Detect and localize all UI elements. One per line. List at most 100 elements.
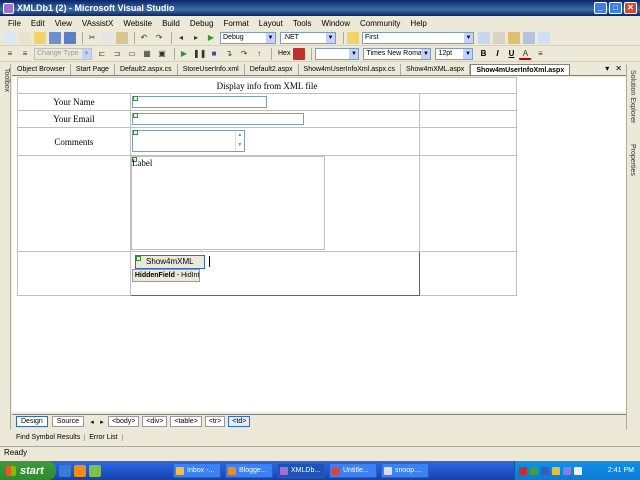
navigate-backward-icon[interactable]: ◂ <box>175 32 187 44</box>
start-debugging-icon[interactable]: ▶ <box>205 32 217 44</box>
tab-show4muserinfoxml-aspx[interactable]: Show4mUserInfoXml.aspx <box>470 64 571 75</box>
start-page-icon[interactable] <box>538 31 550 44</box>
email-label-cell[interactable]: Your Email <box>17 110 131 128</box>
underline-button[interactable]: U <box>505 49 517 58</box>
empty-cell[interactable] <box>17 155 131 252</box>
find-in-files-icon[interactable] <box>347 31 359 44</box>
redo-icon[interactable]: ↷ <box>153 32 165 44</box>
breadcrumb-table[interactable]: <table> <box>170 416 202 427</box>
make-same-size-icon[interactable]: ▭ <box>126 48 138 60</box>
breadcrumb-body[interactable]: <body> <box>107 416 140 427</box>
object-browser-icon[interactable] <box>508 31 520 44</box>
font-name-combo[interactable]: Times New Roman ▼ <box>363 47 432 60</box>
bold-button[interactable]: B <box>477 49 489 58</box>
tray-volume-icon[interactable] <box>563 466 571 475</box>
tab-error-list[interactable]: Error List <box>85 433 123 441</box>
tab-storeuserinfo-xml[interactable]: StoreUserInfo.xml <box>178 64 245 75</box>
properties-tab[interactable]: Properties <box>629 144 636 176</box>
solution-platform-combo[interactable]: .NET ▼ <box>280 31 336 44</box>
tray-network-icon[interactable] <box>530 466 538 475</box>
menu-vassistx[interactable]: VAssistX <box>77 19 118 28</box>
cut-icon[interactable]: ✂ <box>86 32 98 44</box>
save-all-icon[interactable] <box>64 31 76 44</box>
navigate-forward-icon[interactable]: ▸ <box>190 32 202 44</box>
solution-explorer-icon[interactable] <box>478 31 490 44</box>
close-button[interactable]: ✕ <box>624 2 637 14</box>
debug-break-icon[interactable]: ❚❚ <box>193 48 206 60</box>
tray-app-icon[interactable] <box>519 466 527 475</box>
minimize-button[interactable]: _ <box>594 2 607 14</box>
empty-cell[interactable] <box>419 127 517 156</box>
toolbox-icon[interactable] <box>523 31 535 44</box>
empty-cell[interactable] <box>419 155 517 252</box>
menu-window[interactable]: Window <box>317 19 355 28</box>
quicklaunch-desktop-icon[interactable] <box>89 464 101 477</box>
block-format-combo[interactable]: ▼ <box>315 47 360 60</box>
name-input-cell[interactable] <box>129 93 421 111</box>
breadcrumb-scroll-right-icon[interactable]: ▸ <box>98 418 106 426</box>
menu-build[interactable]: Build <box>157 19 185 28</box>
step-out-icon[interactable]: ↑ <box>253 48 265 60</box>
design-view-button[interactable]: Design <box>16 416 48 427</box>
name-label-cell[interactable]: Your Name <box>17 93 131 111</box>
indent-icon[interactable]: ≡ <box>4 48 16 60</box>
name-textbox[interactable] <box>131 96 267 108</box>
clock[interactable]: 2:41 PM <box>608 467 634 474</box>
source-view-button[interactable]: Source <box>51 416 84 427</box>
design-surface[interactable]: Display info from XML file Your Name You… <box>12 77 626 412</box>
output-label-box[interactable] <box>130 156 325 250</box>
task-xmldb[interactable]: XMLDb... <box>277 463 325 478</box>
textarea-scrollbar[interactable]: ▲ ▼ <box>234 131 244 151</box>
start-button[interactable]: start <box>0 461 56 480</box>
task-blogger[interactable]: Blogge... <box>225 463 273 478</box>
solution-configuration-combo[interactable]: Debug ▼ <box>220 31 276 44</box>
align-lefts-icon[interactable]: ⊏ <box>96 48 108 60</box>
paste-icon[interactable] <box>116 31 128 44</box>
tray-display-icon[interactable] <box>574 466 582 475</box>
tab-start-page[interactable]: Start Page <box>71 64 115 75</box>
tab-show4mxml-aspx[interactable]: Show4mXML.aspx <box>401 64 471 75</box>
find-combo[interactable]: First ▼ <box>362 31 474 44</box>
task-untitled[interactable]: Untitle... <box>329 463 377 478</box>
show4mxml-button[interactable]: Show4mXML <box>134 255 205 269</box>
step-over-icon[interactable]: ↷ <box>238 48 250 60</box>
tab-default2-aspx-cs[interactable]: Default2.aspx.cs <box>115 64 178 75</box>
copy-icon[interactable] <box>101 31 113 44</box>
breadcrumb-td[interactable]: <td> <box>228 416 251 427</box>
new-project-icon[interactable] <box>4 31 16 44</box>
tray-security-icon[interactable] <box>552 466 560 475</box>
add-item-icon[interactable] <box>19 31 31 44</box>
header-cell[interactable]: Display info from XML file <box>17 77 517 94</box>
save-icon[interactable] <box>49 31 61 44</box>
email-textbox[interactable] <box>131 113 304 125</box>
undo-icon[interactable]: ↶ <box>138 32 150 44</box>
output-label-cell[interactable]: Label <box>129 155 421 252</box>
debug-continue-icon[interactable]: ▶ <box>178 48 190 60</box>
align-centers-icon[interactable]: ⊐ <box>111 48 123 60</box>
empty-cell[interactable] <box>419 93 517 111</box>
button-cell[interactable]: Show4mXML HiddenField - HidInt <box>129 251 421 296</box>
debug-stop-icon[interactable]: ■ <box>208 48 220 60</box>
menu-debug[interactable]: Debug <box>185 19 219 28</box>
tray-messenger-icon[interactable] <box>541 466 549 475</box>
comments-label-cell[interactable]: Comments <box>17 127 131 156</box>
menu-community[interactable]: Community <box>355 19 405 28</box>
hex-toggle[interactable]: Hex <box>278 50 290 57</box>
menu-format[interactable]: Format <box>218 19 253 28</box>
font-color-icon[interactable]: A <box>519 48 532 60</box>
menu-tools[interactable]: Tools <box>288 19 317 28</box>
tab-object-browser[interactable]: Object Browser <box>12 64 71 75</box>
comments-textarea[interactable]: ▲ ▼ <box>131 130 245 152</box>
close-document-icon[interactable]: ✕ <box>615 64 622 73</box>
menu-edit[interactable]: Edit <box>26 19 50 28</box>
email-input-cell[interactable] <box>129 110 421 128</box>
menu-view[interactable]: View <box>50 19 77 28</box>
toolbox-tab[interactable]: Toolbox <box>1 68 10 108</box>
hidden-field-control[interactable]: HiddenField - HidInt <box>131 269 200 282</box>
menu-help[interactable]: Help <box>405 19 431 28</box>
breadcrumb-scroll-left-icon[interactable]: ◂ <box>88 418 96 426</box>
task-snoop[interactable]: snoop.... <box>381 463 429 478</box>
step-into-icon[interactable]: ↴ <box>223 48 235 60</box>
tab-show4muserinfoxml-aspx-cs[interactable]: Show4mUserInfoXml.aspx.cs <box>299 64 401 75</box>
tab-find-symbol-results[interactable]: Find Symbol Results <box>12 433 86 441</box>
